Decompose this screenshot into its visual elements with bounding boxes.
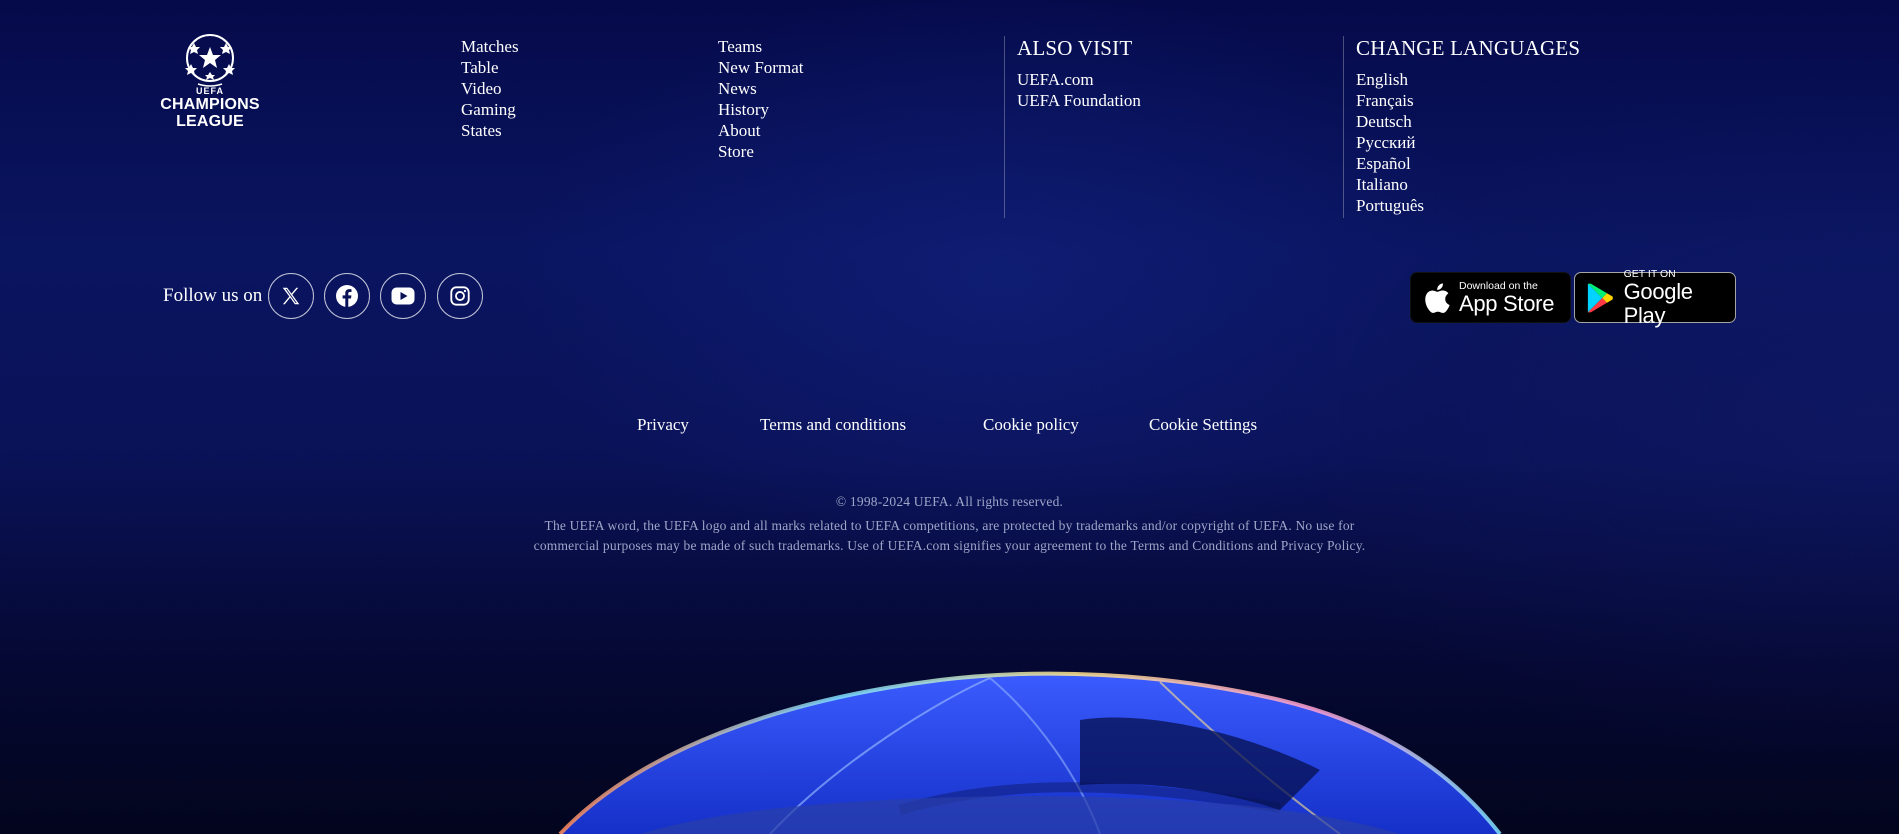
nav-link-history[interactable]: History xyxy=(718,99,803,120)
x-icon xyxy=(282,287,300,305)
logo-line2: LEAGUE xyxy=(176,113,244,130)
divider-also-visit xyxy=(1004,36,1005,218)
google-play-icon xyxy=(1587,283,1613,312)
google-play-badge[interactable]: GET IT ON Google Play xyxy=(1574,268,1736,327)
app-store-big-text: App Store xyxy=(1459,290,1555,316)
language-option-russian[interactable]: Русский xyxy=(1356,132,1580,153)
youtube-icon xyxy=(391,287,415,305)
languages-section: CHANGE LANGUAGES English Français Deutsc… xyxy=(1356,36,1580,216)
instagram-social-button[interactable] xyxy=(437,273,483,319)
nav-link-table[interactable]: Table xyxy=(461,57,519,78)
language-option-english[interactable]: English xyxy=(1356,69,1580,90)
also-visit-section: ALSO VISIT UEFA.com UEFA Foundation xyxy=(1017,36,1141,111)
follow-us-label: Follow us on xyxy=(163,285,263,306)
languages-heading: CHANGE LANGUAGES xyxy=(1356,36,1581,60)
nav-link-store[interactable]: Store xyxy=(718,141,803,162)
nav-link-about[interactable]: About xyxy=(718,120,803,141)
also-visit-link-uefa-com[interactable]: UEFA.com xyxy=(1017,69,1141,90)
stadium-artwork xyxy=(520,660,1520,834)
app-store-badge[interactable]: Download on the App Store xyxy=(1410,272,1571,323)
facebook-social-button[interactable] xyxy=(324,273,370,319)
nav-link-states[interactable]: States xyxy=(461,120,519,141)
google-play-small-text: GET IT ON xyxy=(1623,267,1676,280)
nav-link-matches[interactable]: Matches xyxy=(461,36,519,57)
facebook-icon xyxy=(336,285,358,307)
nav-link-gaming[interactable]: Gaming xyxy=(461,99,519,120)
apple-icon xyxy=(1425,282,1450,313)
language-option-francais[interactable]: Français xyxy=(1356,90,1580,111)
google-play-big-text: Google Play xyxy=(1623,278,1693,328)
language-option-espanol[interactable]: Español xyxy=(1356,153,1580,174)
trademark-notice-line-2: commercial purposes may be made of such … xyxy=(533,538,1366,553)
privacy-link[interactable]: Privacy xyxy=(637,414,689,436)
logo-wordmark: UEFA CHAMPIONS LEAGUE xyxy=(158,86,262,130)
terms-link[interactable]: Terms and conditions xyxy=(760,414,906,436)
logo-line1: CHAMPIONS xyxy=(160,96,260,113)
logo-top-text: UEFA xyxy=(195,86,224,96)
also-visit-heading: ALSO VISIT xyxy=(1017,36,1133,60)
nav-link-new-format[interactable]: New Format xyxy=(718,57,803,78)
youtube-social-button[interactable] xyxy=(380,273,426,319)
nav-link-news[interactable]: News xyxy=(718,78,803,99)
x-social-button[interactable] xyxy=(268,273,314,319)
language-option-deutsch[interactable]: Deutsch xyxy=(1356,111,1580,132)
instagram-icon xyxy=(450,286,470,306)
cookie-settings-link[interactable]: Cookie Settings xyxy=(1149,414,1257,436)
language-option-portugues[interactable]: Português xyxy=(1356,195,1580,216)
footer-nav-column-1: Matches Table Video Gaming States xyxy=(461,36,519,141)
nav-link-video[interactable]: Video xyxy=(461,78,519,99)
copyright-line: © 1998-2024 UEFA. All rights reserved. xyxy=(835,494,1064,509)
also-visit-link-uefa-foundation[interactable]: UEFA Foundation xyxy=(1017,90,1141,111)
cookie-policy-link[interactable]: Cookie policy xyxy=(983,414,1079,436)
divider-languages xyxy=(1343,36,1344,218)
stadium-roof-image xyxy=(558,671,1502,834)
footer-nav-column-2: Teams New Format News History About Stor… xyxy=(718,36,803,162)
app-store-small-text: Download on the xyxy=(1459,279,1538,292)
nav-link-teams[interactable]: Teams xyxy=(718,36,803,57)
trademark-notice-line-1: The UEFA word, the UEFA logo and all mar… xyxy=(544,518,1355,533)
language-option-italiano[interactable]: Italiano xyxy=(1356,174,1580,195)
